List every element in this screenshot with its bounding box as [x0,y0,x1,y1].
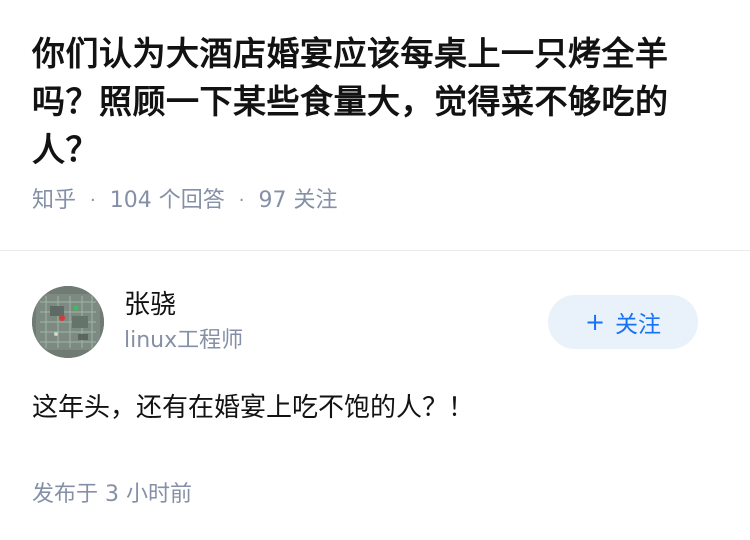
question-title[interactable]: 你们认为大酒店婚宴应该每桌上一只烤全羊吗？照顾一下某些食量大，觉得菜不够吃的人？ [32,30,718,174]
separator-dot: · [90,190,96,211]
plus-icon: + [584,308,606,336]
author-row: 张骁 linux工程师 + 关注 [32,284,718,360]
avatar[interactable] [32,286,104,358]
source-label[interactable]: 知乎 [32,186,76,216]
author-bio: linux工程师 [124,328,244,353]
follower-count[interactable]: 97 关注 [258,186,337,216]
answer-card: 张骁 linux工程师 + 关注 这年头，还有在婚宴上吃不饱的人？！ 发布于 3… [32,284,718,510]
answer-count[interactable]: 104 个回答 [110,186,225,216]
follow-button[interactable]: + 关注 [548,295,698,349]
separator-dot: · [238,190,245,211]
follow-label: 关注 [615,312,662,338]
question-header: 你们认为大酒店婚宴应该每桌上一只烤全羊吗？照顾一下某些食量大，觉得菜不够吃的人？… [0,0,750,216]
divider [0,250,750,251]
avatar-image-icon [32,286,104,358]
author-name[interactable]: 张骁 [124,288,243,322]
answer-content[interactable]: 这年头，还有在婚宴上吃不饱的人？！ [32,390,718,426]
question-meta: 知乎 · 104 个回答 · 97 关注 [32,186,718,216]
author-info: 张骁 linux工程师 [124,288,243,356]
publish-time: 发布于 3 小时前 [32,482,192,507]
